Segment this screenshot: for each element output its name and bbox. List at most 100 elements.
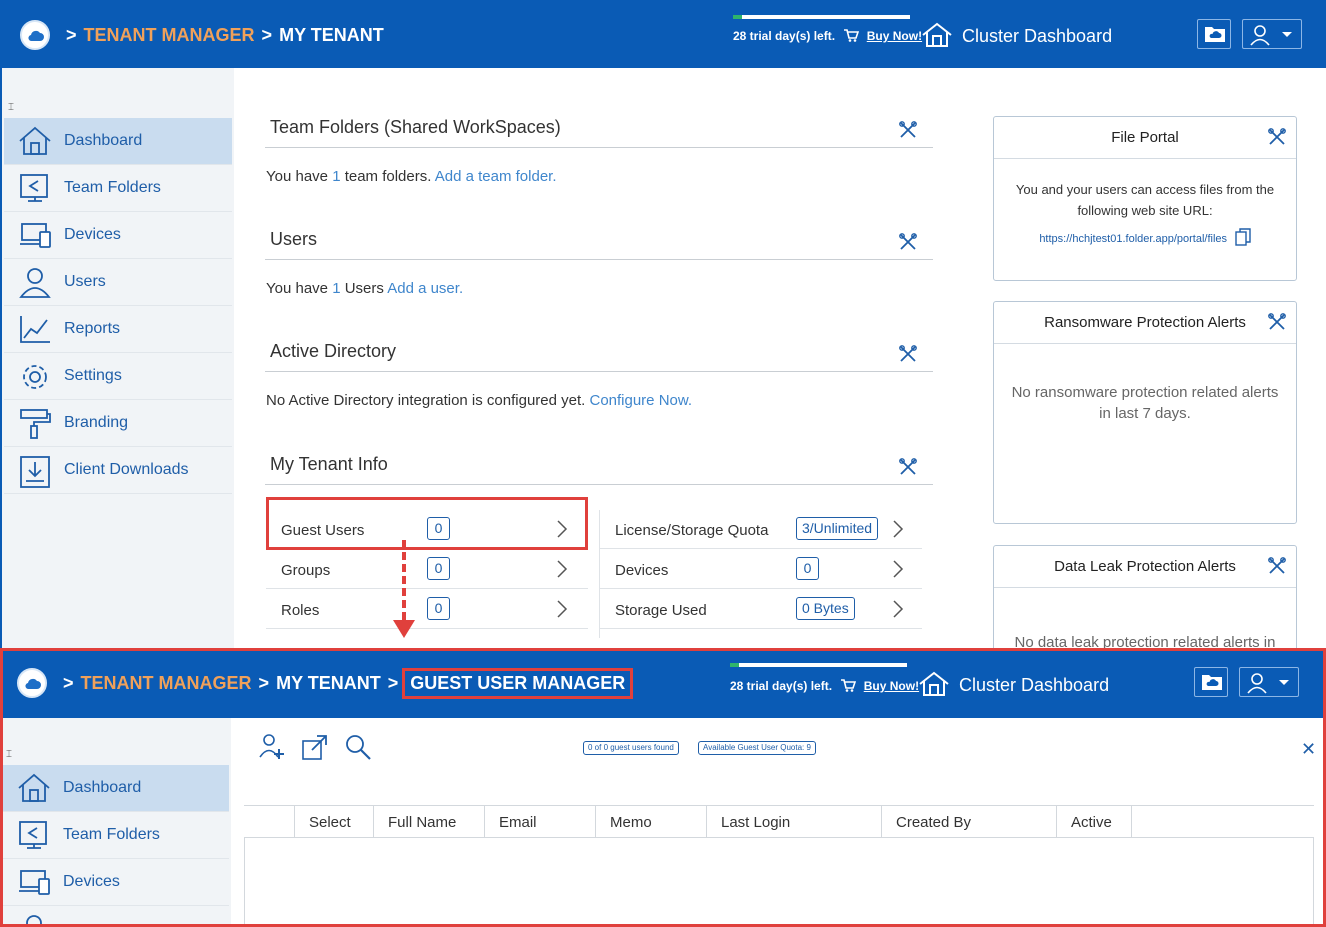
cluster-dashboard-link[interactable]: Cluster Dashboard (917, 671, 1109, 697)
tools-icon[interactable] (899, 345, 917, 363)
breadcrumb-separator: > (63, 673, 74, 693)
info-row-license-quota[interactable]: License/Storage Quota 3/Unlimited (600, 511, 922, 549)
breadcrumb-separator: > (261, 25, 273, 45)
sidebar-item-label: Client Downloads (64, 461, 189, 478)
info-row-groups[interactable]: Groups 0 (266, 551, 588, 589)
breadcrumb-my-tenant: MY TENANT (279, 25, 384, 45)
tenant-info-title: My Tenant Info (265, 454, 933, 485)
folder-button[interactable] (1197, 19, 1231, 49)
license-quota-badge: 3/Unlimited (796, 517, 879, 540)
sidebar-item-settings[interactable]: Settings (4, 353, 232, 400)
add-user-link[interactable]: Add a user. (387, 280, 463, 297)
trial-progress-bar (730, 663, 907, 667)
sidebar-item-devices[interactable]: Devices (3, 859, 229, 906)
summary-text: You have (266, 280, 333, 297)
data-leak-card: Data Leak Protection Alerts No data leak… (993, 545, 1297, 650)
file-portal-card: File Portal You and your users can acces… (993, 116, 1297, 281)
house-icon (919, 671, 949, 696)
devices-icon (20, 223, 51, 248)
cloud-folder-icon (1205, 27, 1225, 42)
column-header-email[interactable]: Email (484, 806, 595, 837)
house-icon (922, 22, 952, 47)
trial-progress-bar (733, 15, 910, 19)
chevron-right-icon (893, 600, 904, 618)
sidebar-item-team-folders[interactable]: Team Folders (3, 812, 229, 859)
sidebar-grip-icon[interactable]: ⌶ (6, 749, 12, 760)
column-header-select[interactable]: Select (294, 806, 373, 837)
buy-now-link[interactable]: Buy Now! (864, 679, 919, 693)
file-portal-body: You and your users can access files from… (994, 159, 1296, 250)
column-header-created-by[interactable]: Created By (881, 806, 1056, 837)
ransomware-title: Ransomware Protection Alerts (994, 302, 1296, 344)
sidebar-item-label: Dashboard (63, 779, 142, 796)
info-label: Roles (281, 602, 320, 619)
tools-icon[interactable] (899, 121, 917, 139)
team-folders-count: 1 (332, 168, 341, 185)
sidebar-item-label: Team Folders (64, 179, 161, 196)
copy-icon[interactable] (1234, 228, 1251, 246)
app-logo-icon[interactable] (20, 20, 50, 50)
info-row-devices[interactable]: Devices 0 (600, 551, 922, 589)
app-logo-icon[interactable] (17, 668, 47, 698)
breadcrumb-separator: > (258, 673, 270, 693)
sidebar-item-dashboard[interactable]: Dashboard (4, 118, 232, 165)
paint-roller-icon (20, 409, 51, 439)
guest-users-table-body (244, 837, 1314, 924)
column-header-full-name[interactable]: Full Name (373, 806, 484, 837)
team-folders-title: Team Folders (Shared WorkSpaces) (265, 117, 933, 148)
configure-now-link[interactable]: Configure Now. (589, 392, 692, 409)
cluster-dashboard-link[interactable]: Cluster Dashboard (920, 22, 1112, 48)
top-navbar: > TENANT MANAGER > MY TENANT > GUEST USER… (3, 651, 1323, 718)
sidebar-item-label: Reports (64, 320, 121, 337)
info-row-roles[interactable]: Roles 0 (266, 591, 588, 629)
breadcrumb-my-tenant[interactable]: MY TENANT (276, 673, 381, 693)
breadcrumb-tenant-manager[interactable]: TENANT MANAGER (81, 673, 252, 693)
tools-icon[interactable] (899, 458, 917, 476)
user-menu-icon (1250, 25, 1292, 46)
sidebar: ⌶ Dashboard Team Folders Devices Users R… (2, 68, 234, 650)
folder-button[interactable] (1194, 667, 1228, 697)
trial-notice: 28 trial day(s) left. Buy Now! (733, 29, 922, 43)
sidebar-nav: Dashboard Team Folders Devices Users Rep… (4, 118, 232, 494)
info-label: Devices (615, 562, 669, 579)
user-menu-button[interactable] (1239, 667, 1299, 697)
breadcrumb: > TENANT MANAGER > MY TENANT > GUEST USER… (61, 668, 634, 699)
sidebar-item-users[interactable]: Users (4, 259, 232, 306)
sidebar-grip-icon[interactable]: ⌶ (8, 102, 14, 113)
summary-text: team folders. (340, 168, 435, 185)
column-header-last-login[interactable]: Last Login (706, 806, 881, 837)
info-label: License/Storage Quota (615, 522, 769, 539)
export-icon[interactable] (301, 733, 329, 761)
add-team-folder-link[interactable]: Add a team folder. (435, 168, 557, 185)
breadcrumb-tenant-manager[interactable]: TENANT MANAGER (84, 25, 255, 45)
sidebar-item-team-folders[interactable]: Team Folders (4, 165, 232, 212)
search-icon[interactable] (344, 733, 372, 761)
sidebar-item-users[interactable] (3, 906, 229, 924)
home-icon (19, 126, 51, 155)
top-navbar: > TENANT MANAGER > MY TENANT 28 trial da… (2, 0, 1326, 68)
sidebar-item-reports[interactable]: Reports (4, 306, 232, 353)
devices-icon (19, 870, 50, 895)
file-portal-url-link[interactable]: https://hchjtest01.folder.app/portal/fil… (1039, 233, 1227, 245)
tools-icon[interactable] (1268, 128, 1286, 146)
tools-icon[interactable] (1268, 557, 1286, 575)
close-icon[interactable]: ✕ (1301, 739, 1316, 760)
download-icon (20, 456, 50, 488)
column-header-memo[interactable]: Memo (595, 806, 706, 837)
sidebar-item-devices[interactable]: Devices (4, 212, 232, 259)
add-guest-user-icon[interactable] (257, 733, 285, 761)
column-header-active[interactable]: Active (1056, 806, 1132, 837)
users-count: 1 (332, 280, 341, 297)
sidebar-item-dashboard[interactable]: Dashboard (3, 765, 229, 812)
sidebar-item-branding[interactable]: Branding (4, 400, 232, 447)
tools-icon[interactable] (1268, 313, 1286, 331)
info-row-storage-used[interactable]: Storage Used 0 Bytes (600, 591, 922, 629)
trial-days-text: 28 trial day(s) left. (730, 679, 833, 693)
active-directory-summary: No Active Directory integration is confi… (265, 372, 933, 409)
tools-icon[interactable] (899, 233, 917, 251)
groups-count-badge: 0 (427, 557, 450, 580)
user-menu-button[interactable] (1242, 19, 1302, 49)
sidebar-item-client-downloads[interactable]: Client Downloads (4, 447, 232, 494)
tenant-info-section: My Tenant Info (265, 454, 933, 485)
buy-now-link[interactable]: Buy Now! (867, 29, 922, 43)
